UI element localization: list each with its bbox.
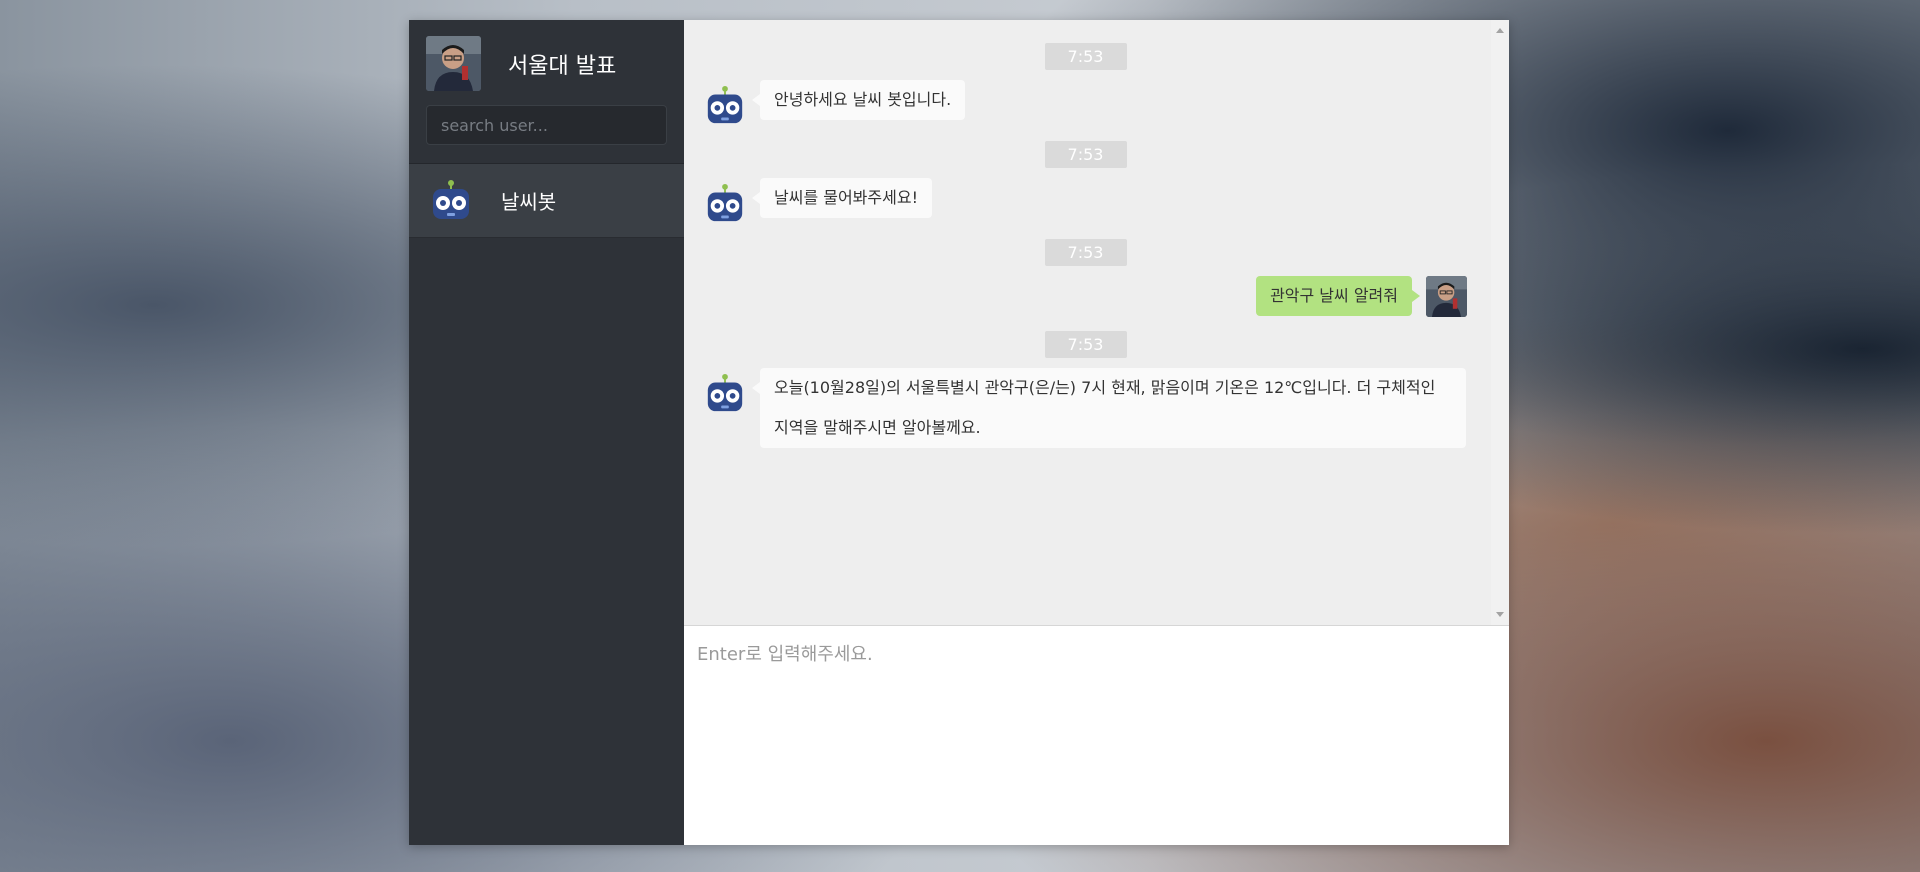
time-row: 7:53 — [704, 43, 1467, 70]
message-bubble-self: 관악구 날씨 알려줘 — [1256, 276, 1420, 316]
search-box — [426, 105, 667, 145]
time-row: 7:53 — [704, 331, 1467, 358]
robot-icon — [433, 179, 469, 219]
message-bubble: 날씨를 물어봐주세요! — [752, 178, 932, 218]
composer-area — [684, 626, 1509, 845]
message-block: 7:53 관악구 날씨 알려줘 — [704, 239, 1467, 317]
profile-name: 서울대 발표 — [508, 53, 617, 79]
profile-row: 서울대 발표 — [426, 36, 667, 91]
scroll-up-icon[interactable] — [1496, 28, 1504, 33]
message-scrollbar[interactable] — [1491, 20, 1509, 625]
message-input[interactable] — [697, 640, 1496, 831]
message-bubble: 오늘(10월28일)의 서울특별시 관악구(은/는) 7시 현재, 맑음이며 기… — [752, 368, 1466, 448]
robot-icon — [707, 85, 743, 124]
user-name: 날씨봇 — [501, 190, 557, 214]
person-photo-icon — [426, 36, 481, 91]
sidebar-header: 서울대 발표 — [409, 20, 684, 164]
person-photo-icon — [1426, 276, 1467, 317]
time-badge: 7:53 — [1044, 331, 1127, 358]
message-block: 7:53 오늘(10월28일)의 서울특별시 관악구(은/는) 7시 현재, 맑… — [704, 331, 1467, 448]
message-row-self: 관악구 날씨 알려줘 — [704, 276, 1467, 317]
message-block: 7:53 안녕하세요 날씨 봇입니다. — [704, 43, 1467, 127]
time-badge: 7:53 — [1044, 141, 1127, 168]
time-row: 7:53 — [704, 141, 1467, 168]
chat-main: 7:53 안녕하세요 날씨 봇입니다. 7:53 날씨를 물어봐주세요! 7:5… — [684, 20, 1509, 845]
message-area: 7:53 안녕하세요 날씨 봇입니다. 7:53 날씨를 물어봐주세요! 7:5… — [684, 20, 1509, 626]
time-badge: 7:53 — [1044, 43, 1127, 70]
search-user-input[interactable] — [426, 105, 667, 145]
profile-avatar[interactable] — [426, 36, 481, 91]
robot-icon — [707, 183, 743, 222]
message-row: 날씨를 물어봐주세요! — [704, 178, 1467, 225]
user-item-weather-bot[interactable]: 날씨봇 — [409, 164, 684, 238]
message-bubble: 안녕하세요 날씨 봇입니다. — [751, 80, 966, 120]
self-avatar — [1426, 276, 1467, 317]
sidebar: 서울대 발표 날씨봇 — [409, 20, 684, 845]
time-badge: 7:53 — [1044, 239, 1127, 266]
scroll-down-icon[interactable] — [1496, 612, 1504, 617]
chat-window: 서울대 발표 날씨봇 — [409, 20, 1509, 845]
user-list: 날씨봇 — [409, 164, 684, 238]
robot-icon — [707, 373, 743, 412]
message-row: 안녕하세요 날씨 봇입니다. — [704, 80, 1467, 127]
message-block: 7:53 날씨를 물어봐주세요! — [704, 141, 1467, 225]
message-row: 오늘(10월28일)의 서울특별시 관악구(은/는) 7시 현재, 맑음이며 기… — [704, 368, 1467, 448]
time-row: 7:53 — [704, 239, 1467, 266]
message-list: 7:53 안녕하세요 날씨 봇입니다. 7:53 날씨를 물어봐주세요! 7:5… — [684, 20, 1509, 448]
